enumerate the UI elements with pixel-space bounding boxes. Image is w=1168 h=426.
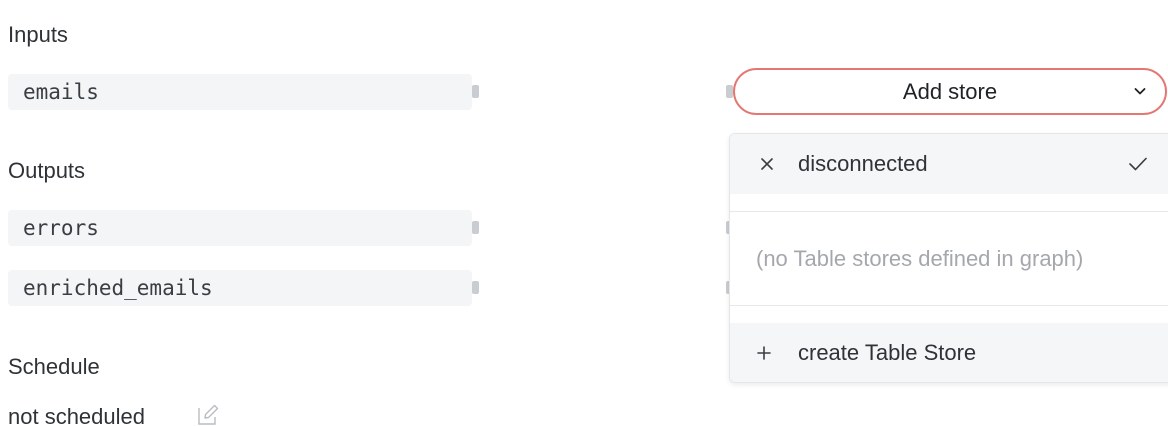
store-dropdown-menu: disconnected (no Table stores defined in… [729, 133, 1168, 383]
plus-icon [756, 345, 772, 361]
output-port-handle[interactable] [472, 281, 479, 294]
x-icon [760, 157, 774, 171]
check-icon [1128, 156, 1148, 172]
store-connection-handle[interactable] [726, 85, 733, 98]
output-port-handle[interactable] [472, 221, 479, 234]
node-config-panel: Inputs emails Outputs errors enriched_em… [0, 0, 1168, 426]
output-port-errors: errors [8, 210, 472, 246]
schedule-value: not scheduled [8, 404, 145, 426]
edit-icon[interactable] [196, 404, 220, 426]
create-table-store-label: create Table Store [798, 340, 977, 365]
add-store-select[interactable]: Add store [733, 68, 1167, 115]
output-port-enriched-emails: enriched_emails [8, 270, 472, 306]
input-port-emails: emails [8, 74, 472, 110]
input-port-handle[interactable] [472, 85, 479, 98]
schedule-heading: Schedule [8, 354, 100, 379]
chevron-down-icon [1133, 84, 1147, 98]
option-disconnected-label: disconnected [798, 151, 928, 176]
add-store-label: Add store [902, 79, 998, 104]
outputs-heading: Outputs [8, 158, 86, 183]
create-table-store-option[interactable]: create Table Store [730, 323, 1168, 382]
inputs-heading: Inputs [8, 22, 68, 47]
dropdown-divider [730, 305, 1168, 306]
empty-stores-message: (no Table stores defined in graph) [730, 211, 1168, 307]
empty-stores-label: (no Table stores defined in graph) [756, 246, 1084, 271]
option-disconnected[interactable]: disconnected [730, 134, 1168, 194]
